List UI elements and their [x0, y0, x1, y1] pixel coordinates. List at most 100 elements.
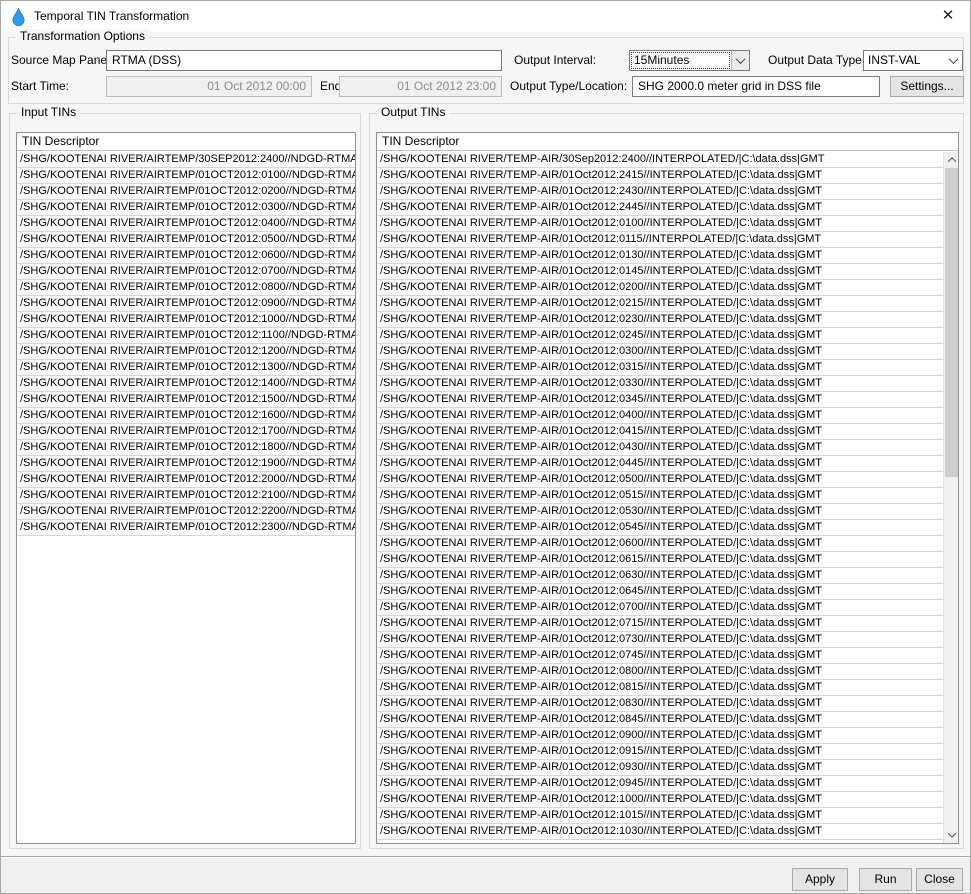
- scrollbar-down-icon[interactable]: [944, 827, 959, 843]
- tin-row[interactable]: /SHG/KOOTENAI RIVER/AIRTEMP/01OCT2012:05…: [17, 232, 355, 248]
- output-type-location-field[interactable]: SHG 2000.0 meter grid in DSS file: [632, 76, 880, 97]
- tin-row[interactable]: /SHG/KOOTENAI RIVER/TEMP-AIR/01Oct2012:2…: [377, 200, 943, 216]
- input-tins-label: Input TINs: [17, 105, 80, 120]
- end-time-field: 01 Oct 2012 23:00: [339, 76, 502, 97]
- tin-row[interactable]: /SHG/KOOTENAI RIVER/TEMP-AIR/01Oct2012:0…: [377, 344, 943, 360]
- tin-row[interactable]: /SHG/KOOTENAI RIVER/TEMP-AIR/01Oct2012:0…: [377, 504, 943, 520]
- tin-row[interactable]: /SHG/KOOTENAI RIVER/AIRTEMP/01OCT2012:11…: [17, 328, 355, 344]
- scrollbar-up-icon[interactable]: [944, 152, 959, 168]
- temporal-tin-transformation-window: Temporal TIN Transformation ✕ Transforma…: [0, 0, 971, 894]
- start-time-field: 01 Oct 2012 00:00: [106, 76, 312, 97]
- tin-row[interactable]: /SHG/KOOTENAI RIVER/AIRTEMP/01OCT2012:09…: [17, 296, 355, 312]
- transformation-options-label: Transformation Options: [16, 29, 149, 44]
- tin-row[interactable]: /SHG/KOOTENAI RIVER/TEMP-AIR/01Oct2012:0…: [377, 376, 943, 392]
- tin-row[interactable]: /SHG/KOOTENAI RIVER/TEMP-AIR/01Oct2012:0…: [377, 664, 943, 680]
- output-tins-label: Output TINs: [377, 105, 449, 120]
- tin-row[interactable]: /SHG/KOOTENAI RIVER/AIRTEMP/01OCT2012:10…: [17, 312, 355, 328]
- tin-row[interactable]: /SHG/KOOTENAI RIVER/AIRTEMP/01OCT2012:22…: [17, 504, 355, 520]
- input-tins-table: TIN Descriptor /SHG/KOOTENAI RIVER/AIRTE…: [16, 132, 356, 844]
- tin-row[interactable]: /SHG/KOOTENAI RIVER/TEMP-AIR/01Oct2012:0…: [377, 760, 943, 776]
- tin-row[interactable]: /SHG/KOOTENAI RIVER/AIRTEMP/01OCT2012:13…: [17, 360, 355, 376]
- tin-row[interactable]: /SHG/KOOTENAI RIVER/TEMP-AIR/01Oct2012:0…: [377, 520, 943, 536]
- tin-row[interactable]: /SHG/KOOTENAI RIVER/TEMP-AIR/01Oct2012:0…: [377, 408, 943, 424]
- scrollbar-thumb[interactable]: [945, 168, 958, 477]
- tin-row[interactable]: /SHG/KOOTENAI RIVER/TEMP-AIR/01Oct2012:0…: [377, 600, 943, 616]
- tin-row[interactable]: /SHG/KOOTENAI RIVER/TEMP-AIR/01Oct2012:0…: [377, 312, 943, 328]
- tin-row[interactable]: /SHG/KOOTENAI RIVER/TEMP-AIR/01Oct2012:0…: [377, 744, 943, 760]
- tin-row[interactable]: /SHG/KOOTENAI RIVER/TEMP-AIR/01Oct2012:0…: [377, 248, 943, 264]
- tin-row[interactable]: /SHG/KOOTENAI RIVER/TEMP-AIR/01Oct2012:1…: [377, 824, 943, 840]
- tin-row[interactable]: /SHG/KOOTENAI RIVER/AIRTEMP/01OCT2012:06…: [17, 248, 355, 264]
- output-interval-value: 15Minutes: [630, 51, 731, 70]
- output-tins-column-header: TIN Descriptor: [377, 133, 958, 151]
- tin-row[interactable]: /SHG/KOOTENAI RIVER/AIRTEMP/01OCT2012:15…: [17, 392, 355, 408]
- tin-row[interactable]: /SHG/KOOTENAI RIVER/TEMP-AIR/01Oct2012:0…: [377, 488, 943, 504]
- tin-row[interactable]: /SHG/KOOTENAI RIVER/TEMP-AIR/01Oct2012:0…: [377, 696, 943, 712]
- tin-row[interactable]: /SHG/KOOTENAI RIVER/TEMP-AIR/01Oct2012:0…: [377, 392, 943, 408]
- tin-row[interactable]: /SHG/KOOTENAI RIVER/TEMP-AIR/01Oct2012:0…: [377, 456, 943, 472]
- tin-row[interactable]: /SHG/KOOTENAI RIVER/AIRTEMP/01OCT2012:17…: [17, 424, 355, 440]
- output-tin-rows: /SHG/KOOTENAI RIVER/TEMP-AIR/30Sep2012:2…: [377, 152, 943, 843]
- source-map-panel-label: Source Map Panel:: [11, 50, 113, 71]
- tin-row[interactable]: /SHG/KOOTENAI RIVER/AIRTEMP/30SEP2012:24…: [17, 152, 355, 168]
- tin-row[interactable]: /SHG/KOOTENAI RIVER/TEMP-AIR/01Oct2012:0…: [377, 568, 943, 584]
- tin-row[interactable]: /SHG/KOOTENAI RIVER/AIRTEMP/01OCT2012:14…: [17, 376, 355, 392]
- tin-row[interactable]: /SHG/KOOTENAI RIVER/TEMP-AIR/01Oct2012:0…: [377, 216, 943, 232]
- tin-row[interactable]: /SHG/KOOTENAI RIVER/AIRTEMP/01OCT2012:08…: [17, 280, 355, 296]
- water-drop-icon: [12, 8, 25, 26]
- tin-row[interactable]: /SHG/KOOTENAI RIVER/TEMP-AIR/01Oct2012:2…: [377, 184, 943, 200]
- tin-row[interactable]: /SHG/KOOTENAI RIVER/AIRTEMP/01OCT2012:07…: [17, 264, 355, 280]
- tin-row[interactable]: /SHG/KOOTENAI RIVER/TEMP-AIR/01Oct2012:0…: [377, 296, 943, 312]
- output-type-location-label: Output Type/Location:: [510, 76, 627, 97]
- tin-row[interactable]: /SHG/KOOTENAI RIVER/AIRTEMP/01OCT2012:19…: [17, 456, 355, 472]
- tin-row[interactable]: /SHG/KOOTENAI RIVER/AIRTEMP/01OCT2012:16…: [17, 408, 355, 424]
- tin-row[interactable]: /SHG/KOOTENAI RIVER/AIRTEMP/01OCT2012:20…: [17, 472, 355, 488]
- run-button[interactable]: Run: [859, 868, 912, 891]
- tin-row[interactable]: /SHG/KOOTENAI RIVER/TEMP-AIR/01Oct2012:0…: [377, 472, 943, 488]
- input-tins-column-header: TIN Descriptor: [17, 133, 355, 151]
- tin-row[interactable]: /SHG/KOOTENAI RIVER/TEMP-AIR/01Oct2012:0…: [377, 280, 943, 296]
- tin-row[interactable]: /SHG/KOOTENAI RIVER/TEMP-AIR/01Oct2012:0…: [377, 264, 943, 280]
- tin-row[interactable]: /SHG/KOOTENAI RIVER/TEMP-AIR/01Oct2012:2…: [377, 168, 943, 184]
- tin-row[interactable]: /SHG/KOOTENAI RIVER/AIRTEMP/01OCT2012:23…: [17, 520, 355, 536]
- tin-row[interactable]: /SHG/KOOTENAI RIVER/TEMP-AIR/01Oct2012:0…: [377, 712, 943, 728]
- settings-button[interactable]: Settings...: [890, 76, 964, 97]
- tin-row[interactable]: /SHG/KOOTENAI RIVER/TEMP-AIR/01Oct2012:1…: [377, 792, 943, 808]
- tin-row[interactable]: /SHG/KOOTENAI RIVER/AIRTEMP/01OCT2012:01…: [17, 168, 355, 184]
- chevron-down-icon[interactable]: [944, 51, 962, 70]
- tin-row[interactable]: /SHG/KOOTENAI RIVER/TEMP-AIR/01Oct2012:0…: [377, 360, 943, 376]
- tin-row[interactable]: /SHG/KOOTENAI RIVER/TEMP-AIR/01Oct2012:0…: [377, 552, 943, 568]
- input-tins-group: Input TINs TIN Descriptor /SHG/KOOTENAI …: [9, 113, 361, 849]
- tin-row[interactable]: /SHG/KOOTENAI RIVER/TEMP-AIR/01Oct2012:0…: [377, 632, 943, 648]
- start-time-label: Start Time:: [11, 76, 69, 97]
- tin-row[interactable]: /SHG/KOOTENAI RIVER/AIRTEMP/01OCT2012:03…: [17, 200, 355, 216]
- output-tins-group: Output TINs TIN Descriptor /SHG/KOOTENAI…: [369, 113, 964, 849]
- tin-row[interactable]: /SHG/KOOTENAI RIVER/TEMP-AIR/01Oct2012:0…: [377, 536, 943, 552]
- tin-row[interactable]: /SHG/KOOTENAI RIVER/AIRTEMP/01OCT2012:18…: [17, 440, 355, 456]
- output-data-type-select[interactable]: INST-VAL: [863, 50, 963, 71]
- tin-row[interactable]: /SHG/KOOTENAI RIVER/AIRTEMP/01OCT2012:02…: [17, 184, 355, 200]
- tin-row[interactable]: /SHG/KOOTENAI RIVER/TEMP-AIR/01Oct2012:0…: [377, 616, 943, 632]
- source-map-panel-field[interactable]: RTMA (DSS): [106, 50, 502, 71]
- tin-row[interactable]: /SHG/KOOTENAI RIVER/AIRTEMP/01OCT2012:12…: [17, 344, 355, 360]
- tin-row[interactable]: /SHG/KOOTENAI RIVER/TEMP-AIR/01Oct2012:0…: [377, 776, 943, 792]
- output-data-type-value: INST-VAL: [864, 51, 944, 70]
- output-interval-select[interactable]: 15Minutes: [629, 50, 750, 71]
- tin-row[interactable]: /SHG/KOOTENAI RIVER/TEMP-AIR/01Oct2012:1…: [377, 808, 943, 824]
- tin-row[interactable]: /SHG/KOOTENAI RIVER/TEMP-AIR/30Sep2012:2…: [377, 152, 943, 168]
- tin-row[interactable]: /SHG/KOOTENAI RIVER/TEMP-AIR/01Oct2012:0…: [377, 328, 943, 344]
- tin-row[interactable]: /SHG/KOOTENAI RIVER/TEMP-AIR/01Oct2012:0…: [377, 728, 943, 744]
- tin-row[interactable]: /SHG/KOOTENAI RIVER/AIRTEMP/01OCT2012:04…: [17, 216, 355, 232]
- tin-row[interactable]: /SHG/KOOTENAI RIVER/AIRTEMP/01OCT2012:21…: [17, 488, 355, 504]
- tin-row[interactable]: /SHG/KOOTENAI RIVER/TEMP-AIR/01Oct2012:0…: [377, 440, 943, 456]
- chevron-down-icon[interactable]: [731, 51, 749, 70]
- close-window-icon[interactable]: ✕: [926, 1, 970, 32]
- vertical-scrollbar[interactable]: [943, 152, 958, 843]
- close-button[interactable]: Close: [916, 868, 963, 891]
- tin-row[interactable]: /SHG/KOOTENAI RIVER/TEMP-AIR/01Oct2012:0…: [377, 424, 943, 440]
- tin-row[interactable]: /SHG/KOOTENAI RIVER/TEMP-AIR/01Oct2012:0…: [377, 584, 943, 600]
- apply-button[interactable]: Apply: [792, 868, 848, 891]
- tin-row[interactable]: /SHG/KOOTENAI RIVER/TEMP-AIR/01Oct2012:0…: [377, 232, 943, 248]
- tin-row[interactable]: /SHG/KOOTENAI RIVER/TEMP-AIR/01Oct2012:0…: [377, 680, 943, 696]
- tin-row[interactable]: /SHG/KOOTENAI RIVER/TEMP-AIR/01Oct2012:0…: [377, 648, 943, 664]
